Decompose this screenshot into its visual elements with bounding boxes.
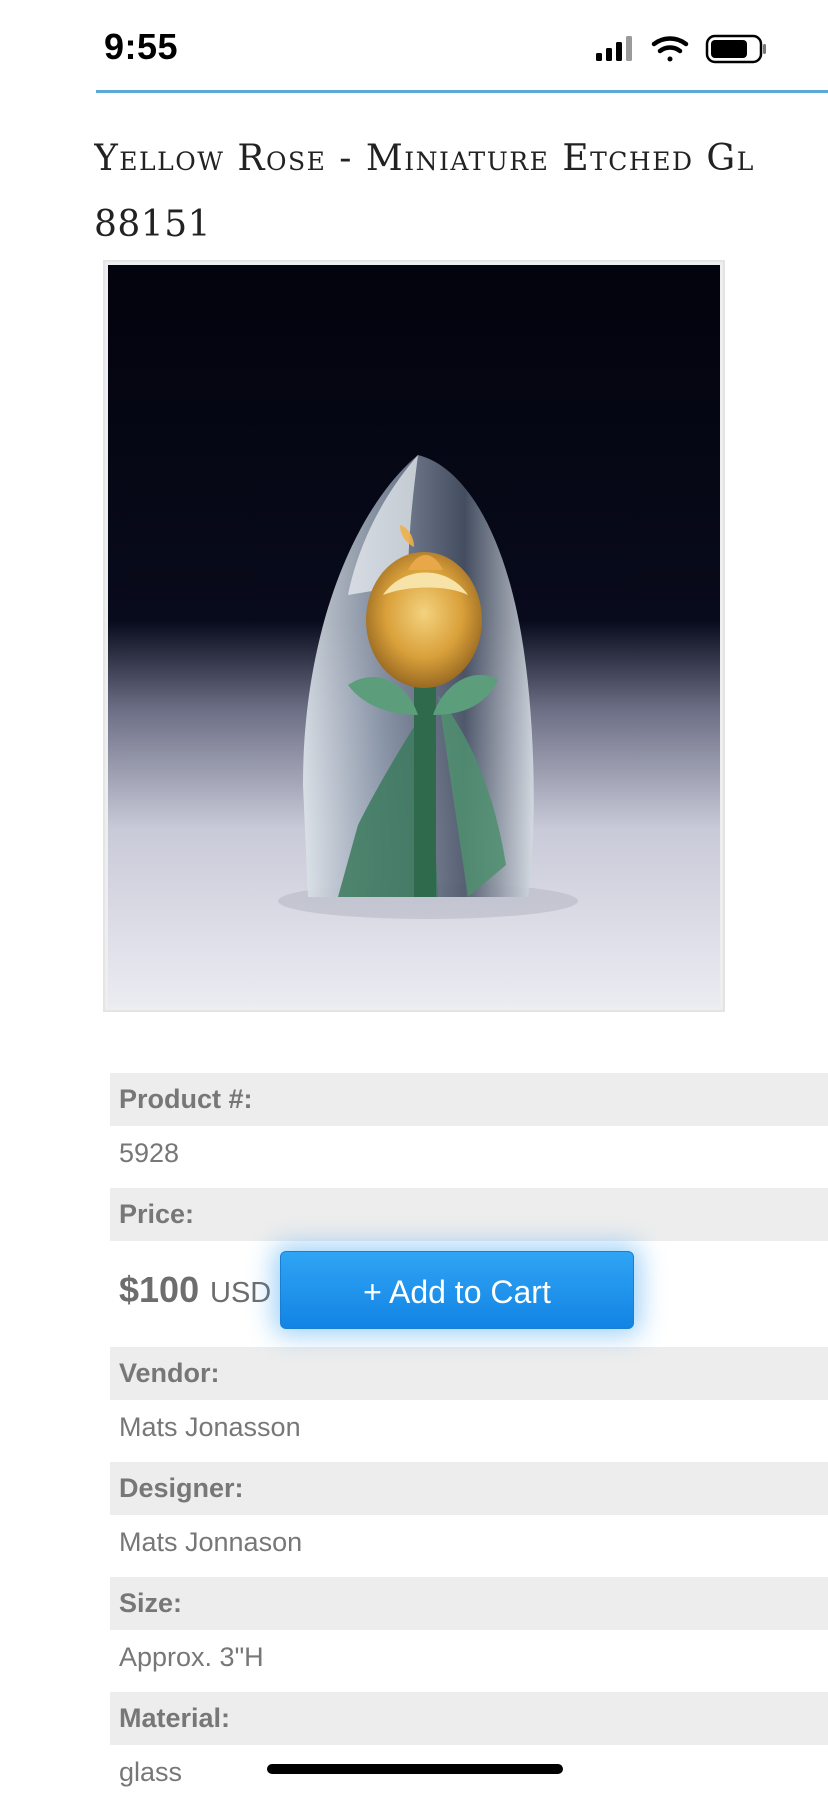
product-number-value: 5928 bbox=[119, 1138, 180, 1168]
product-title-line2: 88151 bbox=[94, 204, 212, 245]
signal-icon bbox=[596, 36, 632, 61]
home-indicator[interactable] bbox=[267, 1764, 563, 1774]
product-photo-frame bbox=[103, 260, 725, 1012]
price-currency: USD bbox=[210, 1277, 272, 1309]
price-label: Price: bbox=[110, 1188, 828, 1241]
product-title-line1: Yellow Rose - Miniature Etched Gl bbox=[94, 138, 755, 179]
price-row: $100 USD + Add to Cart bbox=[110, 1241, 828, 1347]
status-bar: 9:55 bbox=[0, 0, 828, 92]
add-to-cart-button[interactable]: + Add to Cart bbox=[280, 1251, 634, 1329]
price-amount: $100 bbox=[119, 1269, 200, 1310]
size-label: Size: bbox=[110, 1577, 828, 1630]
battery-icon bbox=[705, 34, 766, 64]
product-title: Yellow Rose - Miniature Etched Gl 88151 bbox=[94, 126, 828, 258]
wifi-icon bbox=[651, 36, 689, 62]
product-photo[interactable] bbox=[108, 265, 720, 1007]
vendor-label: Vendor: bbox=[110, 1347, 828, 1400]
size-value: Approx. 3"H bbox=[119, 1642, 264, 1672]
material-label: Material: bbox=[110, 1692, 828, 1745]
product-number-label: Product #: bbox=[110, 1073, 828, 1126]
status-time: 9:55 bbox=[104, 26, 179, 67]
designer-value: Mats Jonnason bbox=[119, 1527, 303, 1557]
designer-label: Designer: bbox=[110, 1462, 828, 1515]
product-specs: Product #: 5928 Price: $100 USD + Add to… bbox=[110, 1073, 828, 1807]
header-divider bbox=[96, 90, 828, 93]
vendor-value: Mats Jonasson bbox=[119, 1412, 301, 1442]
material-value: glass bbox=[119, 1757, 183, 1787]
status-icons bbox=[594, 32, 770, 68]
